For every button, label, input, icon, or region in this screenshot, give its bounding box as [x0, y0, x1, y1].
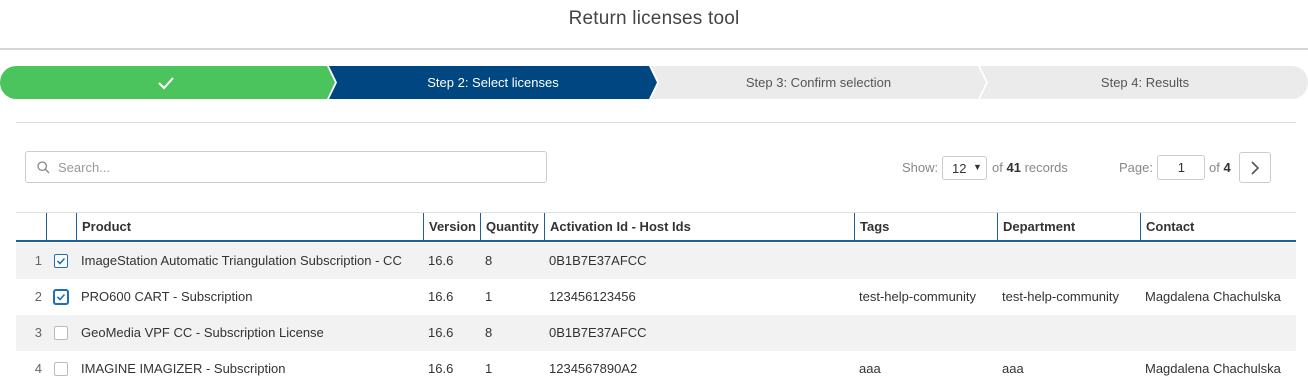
search-icon: [37, 161, 50, 174]
records-summary: of 41 records: [992, 160, 1068, 175]
search-box[interactable]: [25, 151, 547, 183]
header-product[interactable]: Product: [76, 213, 423, 241]
records-prefix: of: [992, 160, 1003, 175]
header-contact[interactable]: Contact: [1140, 213, 1296, 241]
page-size-select[interactable]: 12 ▼: [942, 156, 987, 180]
search-input[interactable]: [58, 153, 538, 181]
cell-activation: 123456123456: [549, 289, 636, 304]
cell-version: 16.6: [428, 289, 454, 304]
row-number: 3: [34, 325, 42, 340]
cell-version: 16.6: [428, 361, 454, 376]
cell-activation: 0B1B7E37AFCC: [549, 325, 647, 340]
caret-down-icon: ▼: [973, 162, 982, 172]
cell-department: [1002, 315, 1137, 351]
cell-tags: test-help-community: [859, 289, 977, 304]
page-of-label: of: [1209, 160, 1220, 175]
table-row[interactable]: 3 GeoMedia VPF CC - Subscription License…: [16, 315, 1296, 351]
table-row[interactable]: 1 ImageStation Automatic Triangulation S…: [16, 243, 1296, 279]
total-pages-value: 4: [1223, 160, 1231, 175]
page-number-input[interactable]: 1: [1157, 155, 1205, 180]
cell-quantity: 8: [485, 325, 493, 340]
cell-activation: 0B1B7E37AFCC: [549, 253, 647, 268]
cell-tags: [859, 315, 994, 351]
header-department[interactable]: Department: [997, 213, 1140, 241]
cell-tags: [859, 243, 994, 279]
cell-department: aaa: [1002, 361, 1024, 376]
row-number: 1: [34, 253, 42, 268]
row-checkbox[interactable]: [54, 362, 68, 376]
cell-product: PRO600 CART - Subscription: [81, 289, 253, 304]
checkmark-icon[interactable]: [155, 73, 177, 93]
cell-department: test-help-community: [1002, 289, 1120, 304]
cell-contact: [1145, 315, 1295, 351]
page-size-value: 12: [952, 161, 967, 176]
row-checkbox[interactable]: [54, 254, 68, 268]
cell-product: ImageStation Automatic Triangulation Sub…: [81, 253, 402, 268]
header-quantity[interactable]: Quantity: [480, 213, 544, 241]
step-4-label[interactable]: Step 4: Results: [988, 66, 1302, 99]
row-checkbox[interactable]: [54, 326, 68, 340]
table-row[interactable]: 2 PRO600 CART - Subscription 16.6 1 1234…: [16, 279, 1296, 315]
wizard-stepper: Step 2: Select licenses Step 3: Confirm …: [0, 66, 1308, 99]
header-rownum: [16, 213, 46, 241]
header-version[interactable]: Version: [423, 213, 480, 241]
step-2-label[interactable]: Step 2: Select licenses: [337, 66, 649, 99]
page-label: Page:: [1119, 160, 1153, 175]
cell-product: IMAGINE IMAGIZER - Subscription: [81, 361, 286, 376]
divider: [16, 122, 1296, 123]
cell-tags: aaa: [859, 361, 881, 376]
cell-quantity: 1: [485, 361, 493, 376]
header-select[interactable]: [46, 213, 76, 241]
step-3-label[interactable]: Step 3: Confirm selection: [659, 66, 978, 99]
row-number: 2: [34, 289, 42, 304]
checkmark-icon: [56, 257, 66, 265]
checkmark-icon: [56, 293, 66, 301]
header-activation[interactable]: Activation Id - Host Ids: [544, 213, 854, 241]
cell-contact: Magdalena Chachulska: [1145, 289, 1281, 304]
cell-department: [1002, 243, 1137, 279]
row-number: 4: [34, 361, 42, 376]
page-header: Return licenses tool: [0, 0, 1308, 50]
cell-version: 16.6: [428, 325, 454, 340]
cell-contact: [1145, 243, 1295, 279]
cell-activation: 1234567890A2: [549, 361, 638, 376]
cell-contact: Magdalena Chachulska: [1145, 361, 1281, 376]
table-header: Product Version Quantity Activation Id -…: [16, 212, 1296, 242]
cell-quantity: 1: [485, 289, 493, 304]
header-tags[interactable]: Tags: [854, 213, 997, 241]
records-suffix: records: [1024, 160, 1068, 175]
cell-version: 16.6: [428, 253, 454, 268]
page-title: Return licenses tool: [568, 8, 740, 29]
cell-quantity: 8: [485, 253, 493, 268]
chevron-right-icon: [1251, 161, 1260, 175]
cell-product: GeoMedia VPF CC - Subscription License: [81, 325, 324, 340]
total-pages: of 4: [1209, 160, 1231, 175]
table-row[interactable]: 4 IMAGINE IMAGIZER - Subscription 16.6 1…: [16, 351, 1296, 387]
show-label: Show:: [902, 160, 939, 175]
row-checkbox[interactable]: [54, 290, 68, 304]
records-total: 41: [1006, 160, 1021, 175]
next-page-button[interactable]: [1239, 152, 1271, 183]
